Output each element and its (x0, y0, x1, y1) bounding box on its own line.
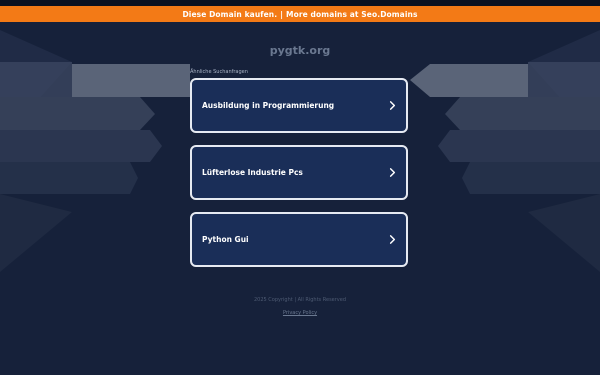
related-link-1[interactable]: Ausbildung in Programmierung (190, 78, 408, 133)
privacy-policy-link[interactable]: Privacy Policy (0, 310, 600, 316)
related-link-3[interactable]: Python Gui (190, 212, 408, 267)
chevron-right-icon (389, 235, 396, 244)
related-link-label: Ausbildung in Programmierung (202, 101, 335, 110)
domain-title: pygtk.org (269, 44, 331, 57)
promo-bar: Diese Domain kaufen. | More domains at S… (0, 6, 600, 22)
copyright-text: 2025 Copyright | All Rights Reserved (253, 297, 347, 303)
related-link-2[interactable]: Lüfterlose Industrie Pcs (190, 145, 408, 200)
promo-separator: | (280, 9, 284, 19)
buy-domain-link[interactable]: Diese Domain kaufen. (182, 10, 277, 19)
related-searches-label: Ähnliche Suchanfragen (190, 69, 248, 75)
chevron-right-icon (389, 101, 396, 110)
more-domains-link[interactable]: More domains at Seo.Domains (286, 10, 417, 19)
related-link-label: Lüfterlose Industrie Pcs (202, 168, 303, 177)
parked-domain-page: Diese Domain kaufen. | More domains at S… (0, 0, 600, 375)
related-link-label: Python Gui (202, 235, 249, 244)
chevron-right-icon (389, 168, 396, 177)
